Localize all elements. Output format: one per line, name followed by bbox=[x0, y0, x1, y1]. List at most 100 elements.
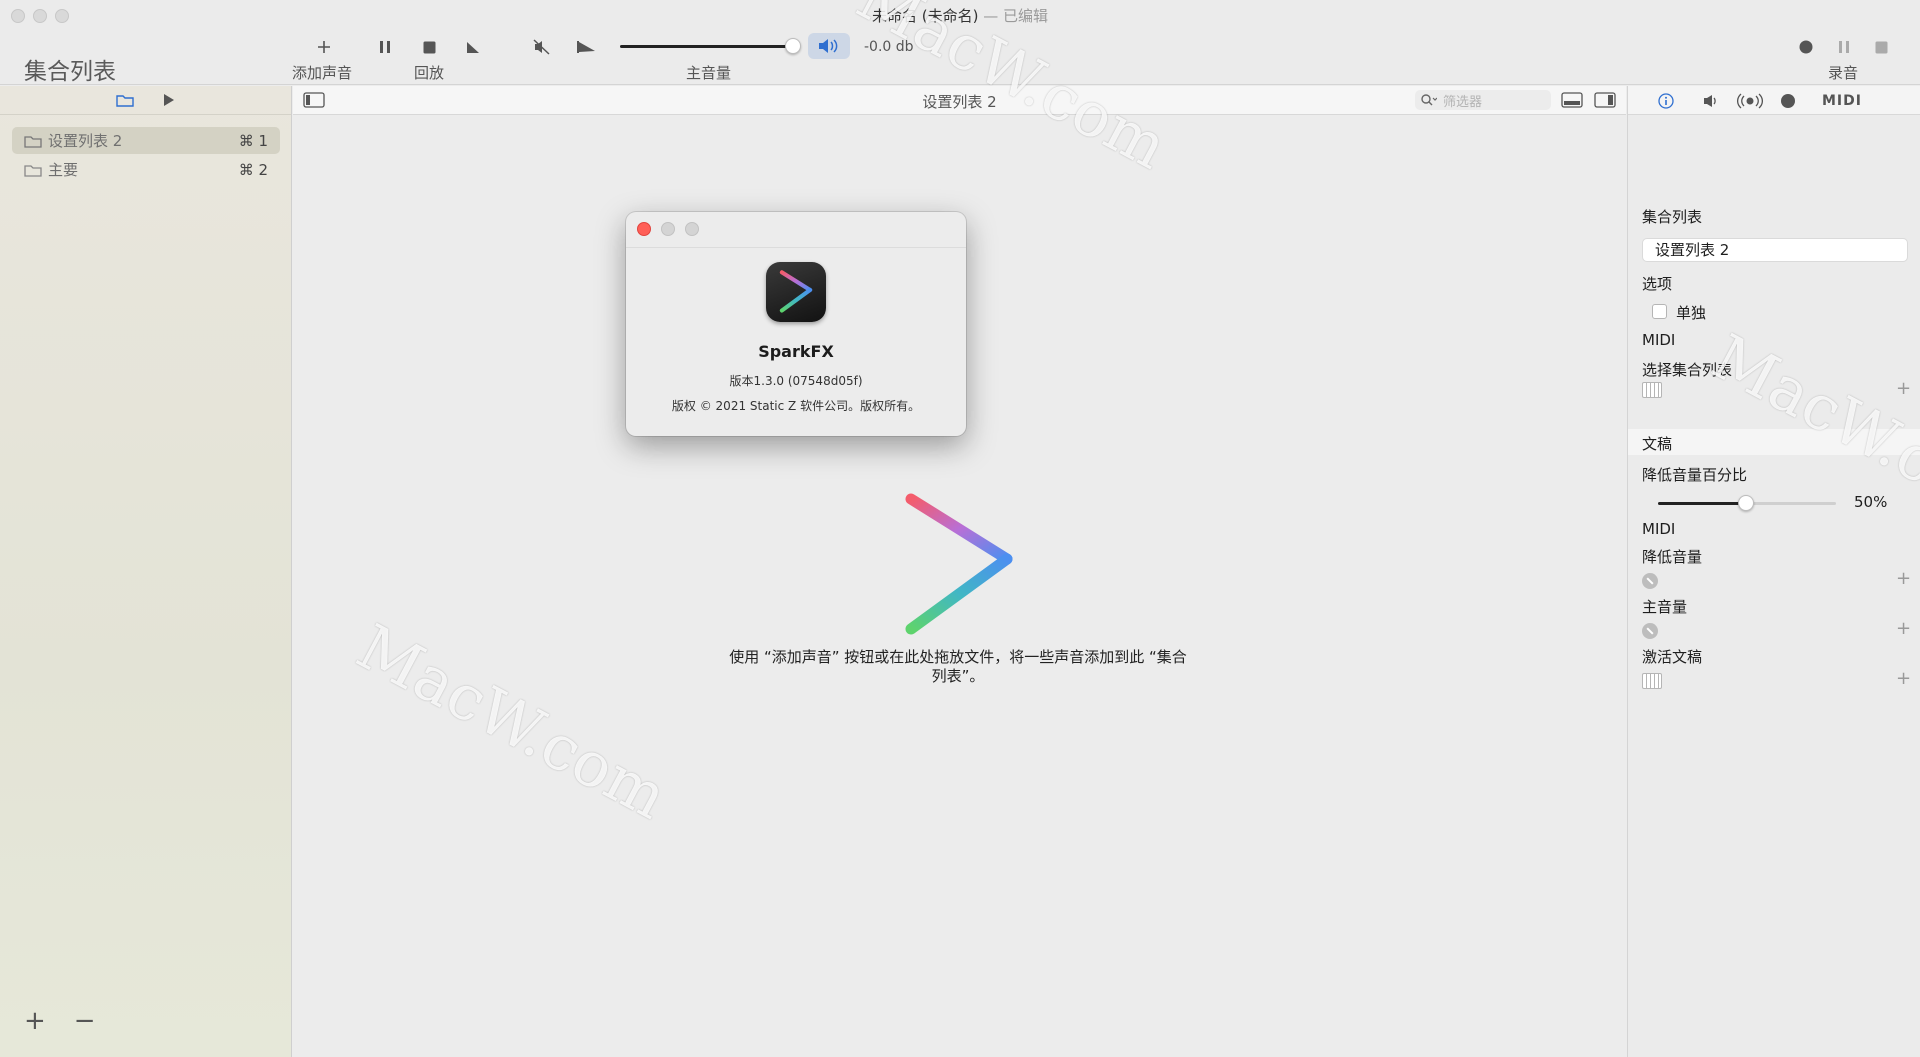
record-icon bbox=[1799, 40, 1813, 54]
record-stop-button[interactable] bbox=[1870, 36, 1892, 58]
options-heading: 选项 bbox=[1642, 275, 1673, 293]
app-version: 版本1.3.0 (07548d05f) bbox=[729, 374, 863, 388]
volume-button[interactable] bbox=[808, 33, 850, 59]
tab-record[interactable] bbox=[1778, 91, 1798, 111]
knob-icon bbox=[1642, 623, 1658, 639]
duck-volume-label: 降低音量 bbox=[1642, 548, 1703, 566]
activate-document-label: 激活文稿 bbox=[1642, 648, 1703, 666]
sidebar-item-shortcut: ⌘ 1 bbox=[238, 131, 268, 150]
sidebar-title: 集合列表 bbox=[24, 59, 116, 85]
duck-percent-value: 50% bbox=[1854, 493, 1888, 511]
search-icon bbox=[1421, 94, 1437, 106]
tab-setlists[interactable] bbox=[114, 90, 136, 110]
midi-heading: MIDI bbox=[1642, 331, 1676, 349]
folder-icon bbox=[24, 164, 42, 177]
window-title: 未命名 (未命名) — 已编辑 bbox=[0, 5, 1920, 26]
app-icon bbox=[766, 262, 826, 322]
stop-button[interactable] bbox=[418, 36, 440, 58]
knob-icon bbox=[1642, 573, 1658, 589]
duck-percent-label: 降低音量百分比 bbox=[1642, 466, 1748, 484]
app-copyright: 版权 © 2021 Static Z 软件公司。版权所有。 bbox=[671, 399, 921, 413]
duck-percent-knob[interactable] bbox=[1738, 495, 1754, 511]
add-midi-mapping-button[interactable]: + bbox=[1896, 378, 1911, 399]
about-titlebar bbox=[626, 212, 966, 248]
window-title-text: 未命名 (未命名) bbox=[871, 7, 979, 25]
record-pause-button[interactable] bbox=[1833, 36, 1855, 58]
record-button[interactable] bbox=[1795, 36, 1817, 58]
sidebar-item-label: 设置列表 2 bbox=[48, 132, 123, 150]
pause-icon bbox=[1839, 41, 1849, 53]
filter-input[interactable]: 筛选器 bbox=[1415, 90, 1551, 110]
document-heading: 文稿 bbox=[1642, 435, 1673, 453]
tab-broadcast[interactable] bbox=[1736, 91, 1764, 111]
fade-icon bbox=[467, 42, 479, 53]
speaker-muted-icon bbox=[533, 39, 550, 55]
sidebar-item-main[interactable]: 主要 ⌘ 2 bbox=[12, 156, 280, 183]
midi-heading-2: MIDI bbox=[1642, 520, 1676, 538]
app-name: SparkFX bbox=[758, 342, 834, 361]
add-master-mapping-button[interactable]: + bbox=[1896, 618, 1911, 639]
sidebar-tabs bbox=[0, 86, 291, 115]
fade-out-button[interactable] bbox=[462, 36, 484, 58]
record-dot-icon bbox=[1781, 94, 1795, 108]
about-dialog: SparkFX 版本1.3.0 (07548d05f) 版权 © 2021 St… bbox=[626, 212, 966, 436]
sidebar-item-label: 主要 bbox=[48, 161, 79, 179]
inspector-panel-icon bbox=[1594, 92, 1616, 108]
about-zoom-button bbox=[685, 222, 699, 236]
toolbar: 未命名 (未命名) — 已编辑 集合列表 添加声音 回放 主音量 -0.0 db… bbox=[0, 0, 1920, 85]
setlist-name-field[interactable]: 设置列表 2 bbox=[1642, 238, 1908, 262]
play-logo-icon bbox=[779, 270, 813, 313]
add-sound-button[interactable] bbox=[312, 36, 336, 58]
play-icon bbox=[164, 94, 174, 106]
bottom-panel-icon bbox=[1561, 92, 1583, 108]
inspector-panel: MIDI 集合列表 设置列表 2 选项 单独 MIDI 选择集合列表 + 文稿 … bbox=[1627, 86, 1920, 1057]
mute-button[interactable] bbox=[530, 36, 554, 58]
folder-icon bbox=[24, 135, 42, 148]
sidebar-footer: + − bbox=[24, 1006, 96, 1036]
inspector-tabs: MIDI bbox=[1628, 86, 1920, 115]
piano-icon bbox=[1642, 673, 1662, 689]
tab-midi[interactable]: MIDI bbox=[1820, 91, 1864, 111]
empty-state-hint: 使用 “添加声音” 按钮或在此处拖放文件，将一些声音添加到此 “集合列表”。 bbox=[729, 648, 1187, 685]
broadcast-icon bbox=[1737, 93, 1763, 109]
about-close-button[interactable] bbox=[637, 222, 651, 236]
tab-sound[interactable] bbox=[1700, 91, 1722, 111]
select-setlist-label: 选择集合列表 bbox=[1642, 361, 1733, 379]
volume-db-readout: -0.0 db bbox=[864, 39, 914, 55]
master-volume-knob[interactable] bbox=[785, 38, 801, 54]
midi-icon: MIDI bbox=[1822, 93, 1862, 109]
sidebar-item-shortcut: ⌘ 2 bbox=[238, 160, 268, 179]
info-icon bbox=[1658, 93, 1674, 109]
sidebar-item-setlist-2[interactable]: 设置列表 2 ⌘ 1 bbox=[12, 127, 280, 154]
setlist-sidebar: 设置列表 2 ⌘ 1 主要 ⌘ 2 + − bbox=[0, 86, 292, 1057]
toggle-bottom-panel-button[interactable] bbox=[1560, 91, 1584, 109]
stop-icon bbox=[1875, 41, 1887, 53]
speaker-icon bbox=[819, 39, 838, 53]
remove-setlist-button[interactable]: − bbox=[74, 1006, 96, 1036]
record-label: 录音 bbox=[1828, 64, 1859, 82]
master-volume-slider[interactable] bbox=[620, 45, 788, 48]
filter-placeholder: 筛选器 bbox=[1443, 94, 1483, 110]
tab-play[interactable] bbox=[158, 90, 180, 110]
solo-label: 单独 bbox=[1676, 304, 1707, 322]
pause-icon bbox=[380, 41, 390, 53]
tab-info[interactable] bbox=[1656, 91, 1676, 111]
playback-label: 回放 bbox=[414, 64, 445, 82]
setlist-heading: 集合列表 bbox=[1642, 208, 1703, 226]
add-sound-label: 添加声音 bbox=[292, 64, 353, 82]
add-duck-mapping-button[interactable]: + bbox=[1896, 568, 1911, 589]
speaker-icon bbox=[1704, 95, 1716, 107]
main-header: 设置列表 2 筛选器 bbox=[293, 86, 1626, 115]
stop-icon bbox=[423, 41, 435, 53]
plus-icon bbox=[318, 41, 330, 53]
pause-button[interactable] bbox=[374, 36, 396, 58]
add-activate-mapping-button[interactable]: + bbox=[1896, 668, 1911, 689]
about-minimize-button bbox=[661, 222, 675, 236]
solo-checkbox[interactable] bbox=[1652, 304, 1667, 319]
add-setlist-button[interactable]: + bbox=[24, 1006, 46, 1036]
fade-volume-button[interactable] bbox=[574, 36, 598, 58]
master-volume-label: 主音量 bbox=[686, 64, 732, 82]
folder-icon bbox=[116, 95, 134, 107]
toggle-inspector-button[interactable] bbox=[1593, 91, 1617, 109]
edited-status: — 已编辑 bbox=[983, 7, 1049, 25]
